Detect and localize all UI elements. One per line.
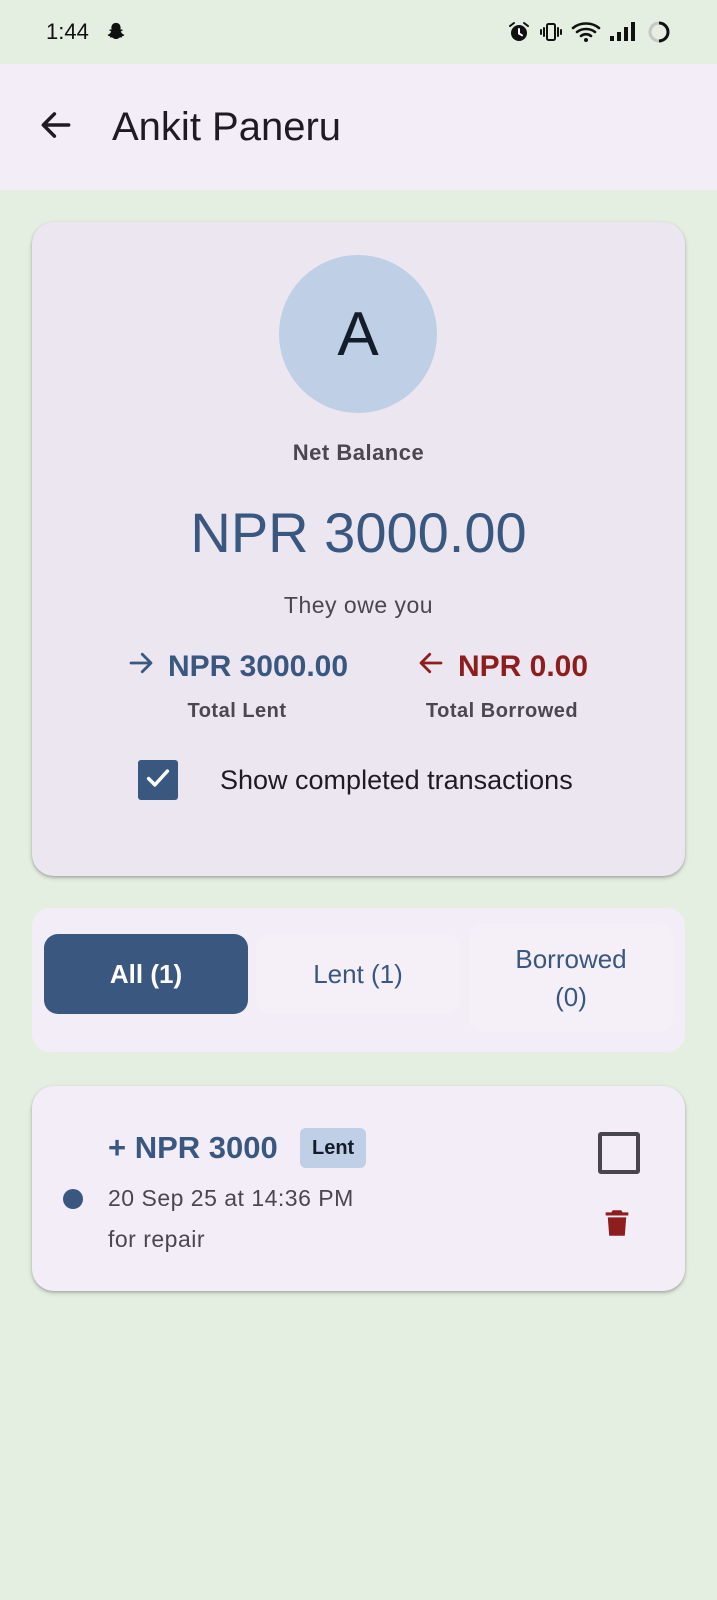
transaction-amount: + NPR 3000 bbox=[108, 1130, 278, 1165]
net-balance-label: Net Balance bbox=[292, 440, 425, 465]
arrow-back-icon bbox=[37, 106, 75, 149]
status-time: 1:44 bbox=[46, 19, 89, 44]
delete-button[interactable] bbox=[594, 1202, 640, 1248]
show-completed-toggle[interactable]: Show completed transactions bbox=[138, 760, 573, 800]
transaction-complete-checkbox[interactable] bbox=[598, 1132, 640, 1174]
transaction-card[interactable]: + NPR 3000 Lent 20 Sep 25 at 14:36 PM fo… bbox=[32, 1086, 685, 1291]
trash-icon bbox=[600, 1206, 634, 1245]
page-title: Ankit Paneru bbox=[112, 104, 342, 149]
total-lent-value: NPR 3000.00 bbox=[167, 650, 349, 683]
show-completed-checkbox[interactable] bbox=[138, 760, 178, 800]
net-balance-value: NPR 3000.00 bbox=[190, 501, 527, 564]
status-left: 1:44 bbox=[46, 19, 127, 45]
total-lent-row: NPR 3000.00 bbox=[114, 648, 360, 686]
alarm-icon bbox=[507, 20, 531, 44]
vibrate-icon bbox=[539, 20, 563, 44]
status-right bbox=[507, 20, 671, 44]
wifi-icon bbox=[571, 20, 601, 44]
checkmark-icon bbox=[143, 763, 173, 798]
transaction-note: for repair bbox=[108, 1226, 206, 1252]
snapchat-icon bbox=[105, 21, 127, 43]
transaction-type-badge: Lent bbox=[300, 1128, 367, 1168]
arrow-left-icon bbox=[416, 648, 446, 686]
signal-icon bbox=[609, 21, 639, 43]
filter-borrowed-chip[interactable]: Borrowed (0) bbox=[469, 924, 673, 1032]
avatar: A bbox=[279, 255, 437, 413]
status-bar: 1:44 bbox=[0, 0, 717, 64]
transaction-type-dot bbox=[63, 1189, 83, 1209]
total-lent-stat: NPR 3000.00 Total Lent bbox=[114, 648, 360, 723]
filter-lent-chip[interactable]: Lent (1) bbox=[256, 934, 460, 1014]
transaction-filter-bar: All (1) Lent (1) Borrowed (0) bbox=[32, 908, 685, 1052]
app-bar: Ankit Paneru bbox=[0, 64, 717, 190]
show-completed-label: Show completed transactions bbox=[220, 764, 573, 795]
battery-icon bbox=[647, 20, 671, 44]
filter-all-chip[interactable]: All (1) bbox=[44, 934, 248, 1014]
balance-direction-text: They owe you bbox=[283, 592, 434, 618]
total-borrowed-row: NPR 0.00 bbox=[402, 648, 602, 686]
total-borrowed-label: Total Borrowed bbox=[425, 700, 579, 722]
total-borrowed-value: NPR 0.00 bbox=[457, 650, 589, 683]
balance-summary-card: A Net Balance NPR 3000.00 They owe you N… bbox=[32, 222, 685, 876]
transaction-datetime: 20 Sep 25 at 14:36 PM bbox=[108, 1185, 354, 1211]
back-button[interactable] bbox=[32, 103, 80, 151]
total-borrowed-stat: NPR 0.00 Total Borrowed bbox=[402, 648, 602, 723]
total-lent-label: Total Lent bbox=[187, 700, 287, 722]
arrow-right-icon bbox=[126, 648, 156, 686]
